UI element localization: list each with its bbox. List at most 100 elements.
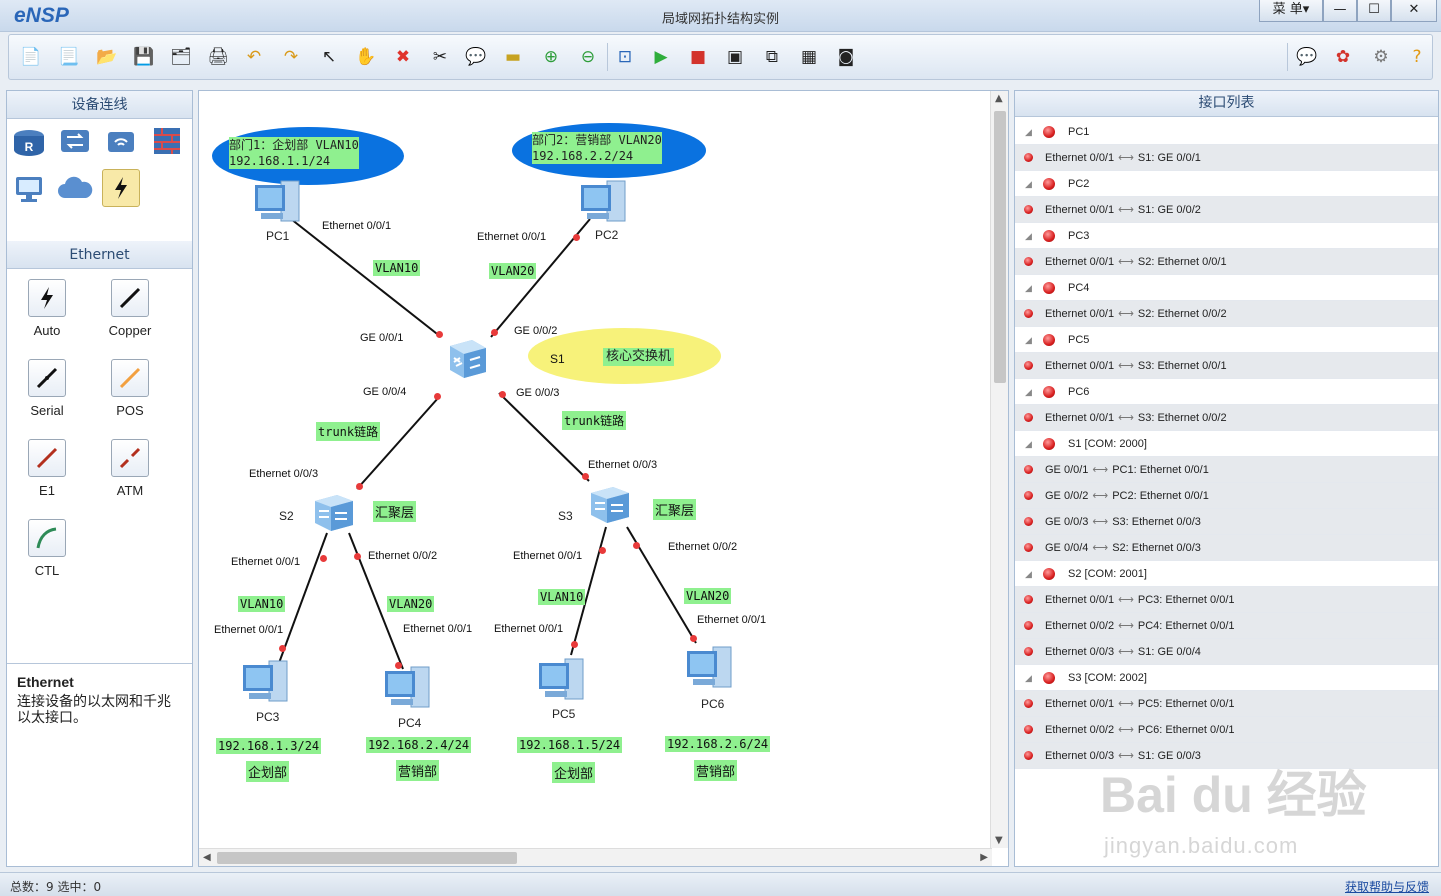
interface-link-row[interactable]: Ethernet 0/0/2 ⟷ PC4: Ethernet 0/0/1 <box>1015 613 1438 639</box>
firewall-icon[interactable] <box>149 123 185 159</box>
open-folder-icon[interactable]: 📂 <box>93 43 121 71</box>
interface-device-row[interactable]: ◢ S1 [COM: 2000] <box>1015 431 1438 457</box>
switch-s2[interactable] <box>311 489 357 538</box>
horizontal-scrollbar[interactable]: ◀ ▶ <box>199 848 992 866</box>
collapse-triangle-icon[interactable]: ◢ <box>1025 171 1032 197</box>
collapse-triangle-icon[interactable]: ◢ <box>1025 275 1032 301</box>
interface-device-row[interactable]: ◢ PC5 <box>1015 327 1438 353</box>
vlan-tag[interactable]: VLAN10 <box>373 260 421 276</box>
collapse-triangle-icon[interactable]: ◢ <box>1025 119 1032 145</box>
interface-link-row[interactable]: Ethernet 0/0/3 ⟷ S1: GE 0/0/4 <box>1015 639 1438 665</box>
trunk-tag[interactable]: trunk链路 <box>316 422 381 441</box>
interface-link-row[interactable]: GE 0/0/2 ⟷ PC2: Ethernet 0/0/1 <box>1015 483 1438 509</box>
cable-copper[interactable]: Copper <box>100 279 160 338</box>
vlan-tag[interactable]: VLAN20 <box>387 596 435 612</box>
undo-icon[interactable]: ↶ <box>240 43 268 71</box>
collapse-triangle-icon[interactable]: ◢ <box>1025 431 1032 457</box>
delete-icon[interactable]: ✖ <box>389 43 417 71</box>
interface-device-row[interactable]: ◢ S3 [COM: 2002] <box>1015 665 1438 691</box>
collapse-triangle-icon[interactable]: ◢ <box>1025 223 1032 249</box>
pan-hand-icon[interactable]: ✋ <box>352 43 380 71</box>
vertical-scroll-thumb[interactable] <box>994 111 1006 383</box>
cable-atm[interactable]: ATM <box>100 439 160 498</box>
interface-link-row[interactable]: Ethernet 0/0/1 ⟷ S2: Ethernet 0/0/2 <box>1015 301 1438 327</box>
interface-device-row[interactable]: ◢ PC4 <box>1015 275 1438 301</box>
pc4[interactable] <box>381 663 435 716</box>
menu-button[interactable]: 菜 单▾ <box>1259 0 1323 22</box>
pc2[interactable] <box>577 177 631 230</box>
interface-device-row[interactable]: ◢ PC2 <box>1015 171 1438 197</box>
cable-serial[interactable]: Serial <box>17 359 77 418</box>
wireless-icon[interactable] <box>103 123 139 159</box>
redo-icon[interactable]: ↷ <box>277 43 305 71</box>
pc3[interactable] <box>239 657 293 710</box>
interface-link-row[interactable]: Ethernet 0/0/1 ⟷ S1: GE 0/0/1 <box>1015 145 1438 171</box>
interface-link-row[interactable]: GE 0/0/4 ⟷ S2: Ethernet 0/0/3 <box>1015 535 1438 561</box>
switch-s3[interactable] <box>587 481 633 530</box>
start-device-icon[interactable]: ▶ <box>647 43 675 71</box>
ip-tag[interactable]: 192.168.1.5/24 <box>517 737 623 753</box>
connection-tool-icon[interactable] <box>102 169 140 207</box>
palette-icon[interactable]: ▬ <box>499 43 527 71</box>
help-feedback-link[interactable]: 获取帮助与反馈 <box>1345 878 1429 895</box>
cable-ctl[interactable]: CTL <box>17 519 77 578</box>
scroll-right-icon[interactable]: ▶ <box>980 852 988 863</box>
interface-link-row[interactable]: GE 0/0/1 ⟷ PC1: Ethernet 0/0/1 <box>1015 457 1438 483</box>
cable-e1[interactable]: E1 <box>17 439 77 498</box>
interface-link-row[interactable]: Ethernet 0/0/1 ⟷ S1: GE 0/0/2 <box>1015 197 1438 223</box>
interface-link-row[interactable]: Ethernet 0/0/1 ⟷ PC5: Ethernet 0/0/1 <box>1015 691 1438 717</box>
interface-link-row[interactable]: GE 0/0/3 ⟷ S3: Ethernet 0/0/3 <box>1015 509 1438 535</box>
interface-device-row[interactable]: ◢ PC3 <box>1015 223 1438 249</box>
pc6[interactable] <box>683 643 737 696</box>
collapse-triangle-icon[interactable]: ◢ <box>1025 379 1032 405</box>
text-note-icon[interactable]: 💬 <box>462 43 490 71</box>
topology-canvas[interactable]: 部门1：企划部 VLAN10 192.168.1.1/24 部门2：营销部 VLA… <box>198 90 1009 867</box>
cloud-icon[interactable] <box>57 171 93 207</box>
interface-device-row[interactable]: ◢ PC1 <box>1015 119 1438 145</box>
capture-icon[interactable]: ▣ <box>721 43 749 71</box>
interface-link-row[interactable]: Ethernet 0/0/1 ⟷ S3: Ethernet 0/0/1 <box>1015 353 1438 379</box>
scroll-down-icon[interactable]: ▼ <box>995 835 1003 846</box>
pc5[interactable] <box>535 655 589 708</box>
chat-icon[interactable]: 💬 <box>1293 43 1321 71</box>
vlan-tag[interactable]: VLAN20 <box>489 263 537 279</box>
scroll-left-icon[interactable]: ◀ <box>203 852 211 863</box>
huawei-logo-icon[interactable]: ✿ <box>1329 43 1357 71</box>
interface-link-row[interactable]: Ethernet 0/0/1 ⟷ PC3: Ethernet 0/0/1 <box>1015 587 1438 613</box>
collapse-triangle-icon[interactable]: ◢ <box>1025 327 1032 353</box>
ip-tag[interactable]: 192.168.2.6/24 <box>665 736 771 752</box>
minimize-button[interactable]: — <box>1323 0 1357 22</box>
router-icon[interactable]: R <box>11 123 47 159</box>
cable-auto[interactable]: Auto <box>17 279 77 338</box>
aggregation-tag[interactable]: 汇聚层 <box>373 501 417 522</box>
save-as-icon[interactable]: 🗂 <box>167 43 195 71</box>
screenshot-icon[interactable]: ◙ <box>832 43 860 71</box>
ip-tag[interactable]: 192.168.2.4/24 <box>366 737 472 753</box>
vlan-tag[interactable]: VLAN10 <box>538 589 586 605</box>
maximize-button[interactable]: ☐ <box>1357 0 1391 22</box>
pc1[interactable] <box>251 177 305 230</box>
interface-link-row[interactable]: Ethernet 0/0/1 ⟷ S2: Ethernet 0/0/1 <box>1015 249 1438 275</box>
interface-link-row[interactable]: Ethernet 0/0/2 ⟷ PC6: Ethernet 0/0/1 <box>1015 717 1438 743</box>
vlan-tag[interactable]: VLAN20 <box>684 588 732 604</box>
aggregation-tag[interactable]: 汇聚层 <box>653 499 697 520</box>
vertical-scrollbar[interactable]: ▲ ▼ <box>990 91 1008 848</box>
stop-device-icon[interactable]: ■ <box>684 43 712 71</box>
cable-pos[interactable]: POS <box>100 359 160 418</box>
horizontal-scroll-thumb[interactable] <box>217 852 517 864</box>
switch-s1[interactable] <box>444 336 490 385</box>
collapse-triangle-icon[interactable]: ◢ <box>1025 561 1032 587</box>
fit-view-icon[interactable]: ⊡ <box>611 43 639 71</box>
help-icon[interactable]: ? <box>1403 43 1431 71</box>
close-button[interactable]: ✕ <box>1391 0 1437 22</box>
dept-tag[interactable]: 企划部 <box>246 761 290 782</box>
pc-icon[interactable] <box>11 171 47 207</box>
topology-icon[interactable]: ⧉ <box>758 43 786 71</box>
interface-device-row[interactable]: ◢ PC6 <box>1015 379 1438 405</box>
new-example-icon[interactable]: 📃 <box>55 43 83 71</box>
new-topology-icon[interactable]: 📄 <box>17 43 45 71</box>
dept-tag[interactable]: 营销部 <box>694 760 738 781</box>
interface-link-row[interactable]: Ethernet 0/0/1 ⟷ S3: Ethernet 0/0/2 <box>1015 405 1438 431</box>
zoom-in-icon[interactable]: ⊕ <box>537 43 565 71</box>
delete-link-icon[interactable]: ✂ <box>426 43 454 71</box>
